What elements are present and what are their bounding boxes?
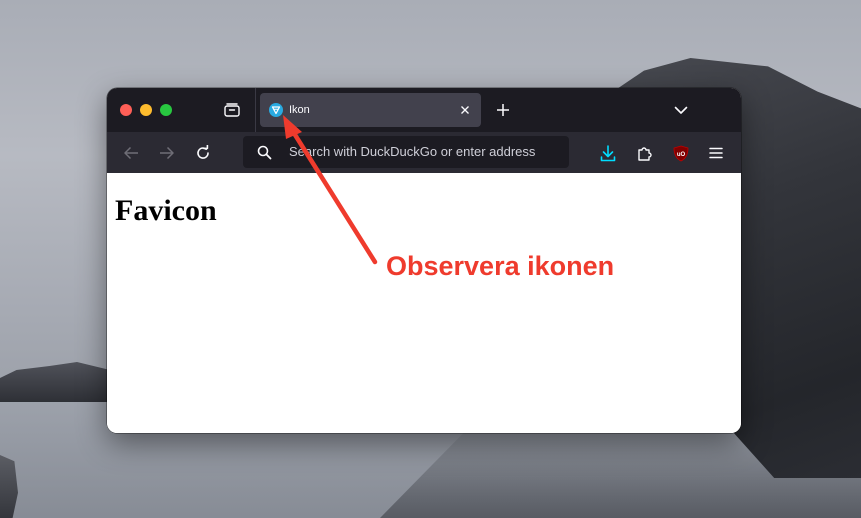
tab-ikon[interactable]: Ikon — [260, 93, 481, 127]
reload-icon[interactable] — [192, 142, 214, 164]
favicon-icon — [269, 103, 283, 117]
ublock-origin-icon[interactable]: uO — [670, 142, 692, 164]
close-icon[interactable] — [458, 103, 472, 117]
tab-bar: Ikon — [107, 88, 741, 132]
search-icon — [256, 144, 272, 160]
arrow-right-icon[interactable] — [156, 142, 178, 164]
desktop-rock-left — [0, 362, 110, 402]
page-content: Favicon — [107, 173, 741, 433]
annotation-label: Observera ikonen — [386, 251, 615, 281]
window-maximize-button[interactable] — [160, 104, 172, 116]
address-bar[interactable]: Search with DuckDuckGo or enter address — [243, 136, 569, 168]
page-heading: Favicon — [115, 194, 217, 227]
tab-overview-icon[interactable] — [221, 100, 243, 120]
puzzle-icon[interactable] — [634, 142, 656, 164]
navigation-toolbar: Search with DuckDuckGo or enter address … — [107, 132, 741, 173]
tab-bar-divider — [255, 88, 256, 132]
window-close-button[interactable] — [120, 104, 132, 116]
chevron-down-icon[interactable] — [671, 100, 691, 120]
window-minimize-button[interactable] — [140, 104, 152, 116]
plus-icon[interactable] — [493, 100, 513, 120]
tab-title: Ikon — [289, 104, 310, 116]
address-input[interactable]: Search with DuckDuckGo or enter address — [289, 136, 565, 168]
svg-text:uO: uO — [677, 152, 686, 158]
hamburger-menu-icon[interactable] — [705, 142, 727, 164]
arrow-left-icon[interactable] — [120, 142, 142, 164]
download-icon[interactable] — [597, 142, 619, 164]
